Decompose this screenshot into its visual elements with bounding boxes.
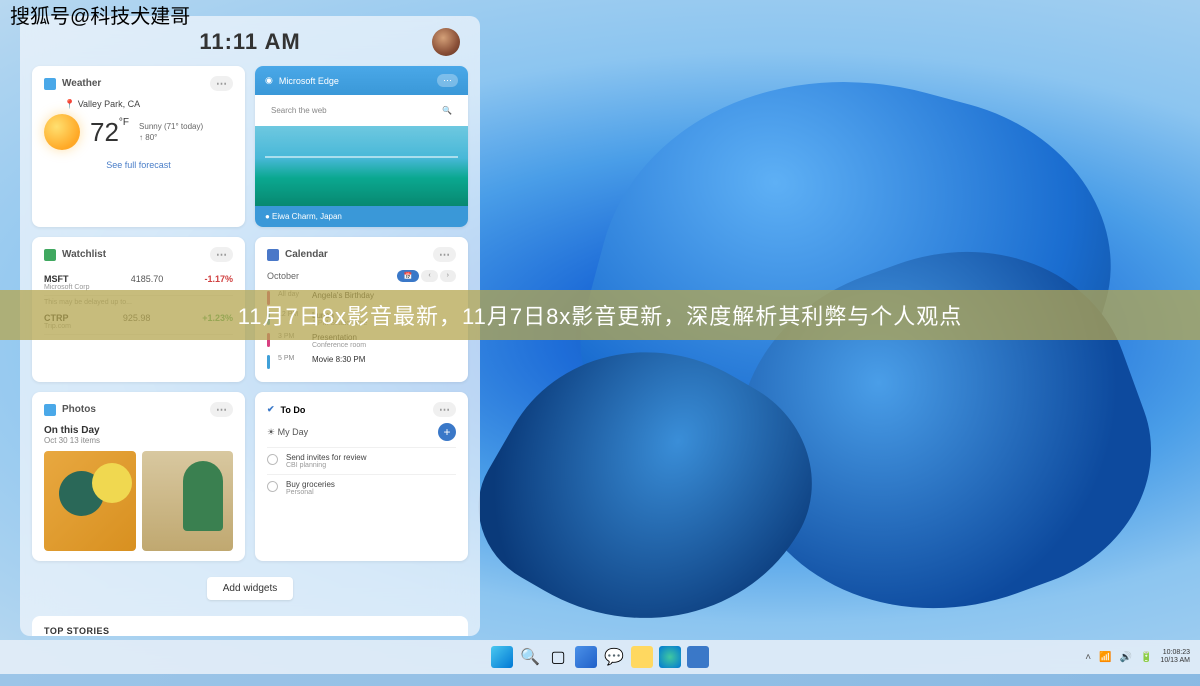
more-icon[interactable]: ⋯ — [437, 74, 458, 87]
taskbar: 🔍 ▢ 💬 ˄ 📶 🔊 🔋 10:08:23 10/13 AM — [0, 640, 1200, 674]
watchlist-title: Watchlist — [62, 249, 106, 260]
checkbox[interactable] — [267, 454, 278, 465]
watermark-text: 搜狐号@科技犬建哥 — [10, 0, 190, 29]
weather-desc: Sunny (71° today) ↑ 80° — [139, 121, 203, 143]
banner-text: 11月7日8x影音最新，11月7日8x影音更新，深度解析其利弊与个人观点 — [238, 299, 963, 331]
taskbar-clock[interactable]: 10:08:23 10/13 AM — [1160, 649, 1190, 664]
photo-thumb[interactable] — [44, 451, 136, 551]
add-task-button[interactable]: + — [438, 423, 456, 441]
todo-title: To Do — [281, 405, 306, 415]
edge-widget[interactable]: ◉ Microsoft Edge ⋯ Search the web🔍 ● Eiw… — [255, 66, 468, 227]
store-button[interactable] — [687, 646, 709, 668]
photos-title: Photos — [62, 404, 96, 415]
more-icon[interactable]: ⋯ — [433, 247, 456, 262]
battery-icon[interactable]: 🔋 — [1140, 652, 1152, 663]
more-icon[interactable]: ⋯ — [433, 402, 456, 417]
calendar-month: October — [267, 271, 299, 281]
calendar-toggle[interactable]: 📅‹› — [397, 270, 456, 282]
checkbox[interactable] — [267, 481, 278, 492]
edge-button[interactable] — [659, 646, 681, 668]
check-icon: ✔ — [267, 404, 275, 415]
more-icon[interactable]: ⋯ — [210, 402, 233, 417]
weather-location: 📍 Valley Park, CA — [64, 99, 233, 110]
photos-heading: On this Day — [44, 425, 233, 436]
calendar-icon — [267, 249, 279, 261]
overlay-banner: 11月7日8x影音最新，11月7日8x影音更新，深度解析其利弊与个人观点 — [0, 290, 1200, 340]
edge-icon: ◉ — [265, 75, 273, 86]
taskview-button[interactable]: ▢ — [547, 646, 569, 668]
search-icon: 🔍 — [442, 106, 452, 115]
add-widgets-button[interactable]: Add widgets — [207, 577, 293, 600]
stories-widget[interactable]: TOP STORIES USA Today · 2 mins One of th… — [32, 616, 468, 636]
edge-title: Microsoft Edge — [279, 76, 339, 86]
weather-widget[interactable]: Weather ⋯ 📍 Valley Park, CA 72°F Sunny (… — [32, 66, 245, 227]
chevron-up-icon[interactable]: ˄ — [1085, 652, 1091, 663]
chat-button[interactable]: 💬 — [603, 646, 625, 668]
calendar-event[interactable]: 5 PMMovie 8:30 PM — [267, 352, 456, 372]
weather-icon — [44, 78, 56, 90]
chart-icon — [44, 249, 56, 261]
photos-sub: Oct 30 13 items — [44, 436, 233, 445]
edge-caption: ● Eiwa Charm, Japan — [255, 206, 468, 227]
user-avatar[interactable] — [432, 28, 460, 56]
todo-list-name: My Day — [278, 427, 309, 437]
edge-image — [255, 126, 468, 206]
photo-thumb[interactable] — [142, 451, 234, 551]
explorer-button[interactable] — [631, 646, 653, 668]
more-icon[interactable]: ⋯ — [210, 76, 233, 91]
photos-widget[interactable]: Photos ⋯ On this Day Oct 30 13 items — [32, 392, 245, 561]
widgets-button[interactable] — [575, 646, 597, 668]
search-button[interactable]: 🔍 — [519, 646, 541, 668]
todo-item[interactable]: Send invites for reviewCBI planning — [267, 447, 456, 474]
photos-icon — [44, 404, 56, 416]
weather-title: Weather — [62, 78, 101, 89]
clock: 11:11 AM — [199, 29, 300, 55]
calendar-title: Calendar — [285, 249, 328, 260]
start-button[interactable] — [491, 646, 513, 668]
more-icon[interactable]: ⋯ — [210, 247, 233, 262]
forecast-link[interactable]: See full forecast — [44, 160, 233, 170]
edge-search-input[interactable]: Search the web🔍 — [263, 101, 460, 120]
todo-item[interactable]: Buy groceriesPersonal — [267, 474, 456, 501]
volume-icon[interactable]: 🔊 — [1120, 652, 1132, 663]
sun-icon — [44, 114, 80, 150]
wifi-icon[interactable]: 📶 — [1099, 652, 1111, 663]
todo-widget[interactable]: ✔ To Do ⋯ ☀ My Day + Send invites for re… — [255, 392, 468, 561]
stories-title: TOP STORIES — [44, 626, 456, 636]
weather-temp: 72°F — [90, 117, 129, 147]
